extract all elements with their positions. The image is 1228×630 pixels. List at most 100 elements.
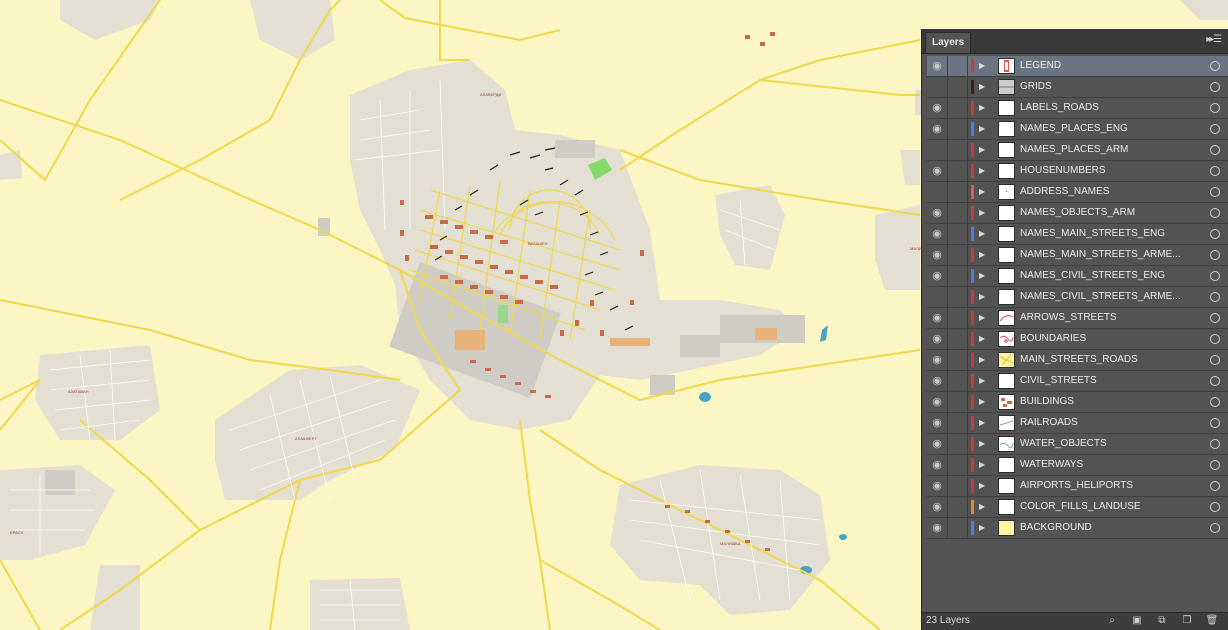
target-circle-icon[interactable] <box>1210 250 1220 260</box>
target-circle-icon[interactable] <box>1210 271 1220 281</box>
layer-name[interactable]: ADDRESS_NAMES <box>1020 182 1185 202</box>
target-circle-icon[interactable] <box>1210 124 1220 134</box>
expand-triangle-icon[interactable]: ▶ <box>979 161 989 181</box>
target-circle-icon[interactable] <box>1210 397 1220 407</box>
expand-triangle-icon[interactable]: ▶ <box>979 413 989 433</box>
layer-row[interactable]: ◉ ▶ AIRPORTS_HELIPORTS <box>927 476 1228 497</box>
layer-name[interactable]: HOUSENUMBERS <box>1020 161 1185 181</box>
layer-row[interactable]: ◉ ▶ NAMES_OBJECTS_ARM <box>927 203 1228 224</box>
expand-triangle-icon[interactable]: ▶ <box>979 392 989 412</box>
layer-row[interactable]: ◉ ▶ BACKGROUND <box>927 518 1228 539</box>
eye-icon[interactable]: ◉ <box>927 434 948 454</box>
expand-triangle-icon[interactable]: ▶ <box>979 497 989 517</box>
target-circle-icon[interactable] <box>1210 61 1220 71</box>
new-sublayer-icon[interactable]: ⧉ <box>1155 615 1169 627</box>
lock-toggle[interactable] <box>948 245 968 265</box>
expand-triangle-icon[interactable]: ▶ <box>979 56 989 76</box>
eye-icon[interactable]: ◉ <box>927 392 948 412</box>
layer-row[interactable]: ▶ NAMES_CIVIL_STREETS_ARME... <box>927 287 1228 308</box>
layer-row[interactable]: ▶ GRIDS <box>927 77 1228 98</box>
layer-row[interactable]: ◉ ▶ MAIN_STREETS_ROADS <box>927 350 1228 371</box>
layer-row[interactable]: ◉ ▶ LABELS_ROADS <box>927 98 1228 119</box>
eye-icon[interactable]: ◉ <box>927 56 948 76</box>
lock-toggle[interactable] <box>948 98 968 118</box>
target-circle-icon[interactable] <box>1210 208 1220 218</box>
layer-row[interactable]: ◉ ▶ NAMES_MAIN_STREETS_ARME... <box>927 245 1228 266</box>
lock-toggle[interactable] <box>948 308 968 328</box>
target-circle-icon[interactable] <box>1210 166 1220 176</box>
eye-icon[interactable]: ◉ <box>927 119 948 139</box>
lock-toggle[interactable] <box>948 56 968 76</box>
layer-row[interactable]: ◉ ▶ WATER_OBJECTS <box>927 434 1228 455</box>
target-circle-icon[interactable] <box>1210 523 1220 533</box>
layer-name[interactable]: NAMES_MAIN_STREETS_ARME... <box>1020 245 1185 265</box>
eye-icon[interactable]: ◉ <box>927 476 948 496</box>
layer-name[interactable]: BUILDINGS <box>1020 392 1185 412</box>
lock-toggle[interactable] <box>948 77 968 97</box>
lock-toggle[interactable] <box>948 224 968 244</box>
eye-icon[interactable]: ◉ <box>927 350 948 370</box>
expand-triangle-icon[interactable]: ▶ <box>979 203 989 223</box>
lock-toggle[interactable] <box>948 161 968 181</box>
eye-icon[interactable]: ◉ <box>927 413 948 433</box>
lock-toggle[interactable] <box>948 140 968 160</box>
lock-toggle[interactable] <box>948 329 968 349</box>
target-circle-icon[interactable] <box>1210 376 1220 386</box>
eye-icon[interactable]: ◉ <box>927 98 948 118</box>
lock-toggle[interactable] <box>948 434 968 454</box>
expand-triangle-icon[interactable]: ▶ <box>979 266 989 286</box>
expand-triangle-icon[interactable]: ▶ <box>979 329 989 349</box>
target-circle-icon[interactable] <box>1210 145 1220 155</box>
layer-name[interactable]: GRIDS <box>1020 77 1185 97</box>
layer-row[interactable]: ◉ ▶ ARROWS_STREETS <box>927 308 1228 329</box>
visibility-toggle[interactable] <box>927 140 948 160</box>
eye-icon[interactable]: ◉ <box>927 455 948 475</box>
lock-toggle[interactable] <box>948 413 968 433</box>
target-circle-icon[interactable] <box>1210 82 1220 92</box>
visibility-toggle[interactable] <box>927 182 948 202</box>
expand-triangle-icon[interactable]: ▶ <box>979 98 989 118</box>
expand-triangle-icon[interactable]: ▶ <box>979 182 989 202</box>
lock-toggle[interactable] <box>948 497 968 517</box>
target-circle-icon[interactable] <box>1210 313 1220 323</box>
layer-name[interactable]: WATER_OBJECTS <box>1020 434 1185 454</box>
layer-row[interactable]: ▶ NAMES_PLACES_ARM <box>927 140 1228 161</box>
target-circle-icon[interactable] <box>1210 502 1220 512</box>
lock-toggle[interactable] <box>948 119 968 139</box>
layer-name[interactable]: NAMES_CIVIL_STREETS_ENG <box>1020 266 1185 286</box>
eye-icon[interactable]: ◉ <box>927 371 948 391</box>
lock-toggle[interactable] <box>948 371 968 391</box>
expand-triangle-icon[interactable]: ▶ <box>979 245 989 265</box>
target-circle-icon[interactable] <box>1210 481 1220 491</box>
expand-triangle-icon[interactable]: ▶ <box>979 287 989 307</box>
layer-name[interactable]: NAMES_MAIN_STREETS_ENG <box>1020 224 1185 244</box>
layer-row[interactable]: ◉ ▶ LEGEND <box>927 56 1228 77</box>
layer-name[interactable]: CIVIL_STREETS <box>1020 371 1185 391</box>
layer-name[interactable]: MAIN_STREETS_ROADS <box>1020 350 1185 370</box>
delete-layer-icon[interactable]: 🗑 <box>1205 615 1219 627</box>
layer-name[interactable]: BACKGROUND <box>1020 518 1185 538</box>
layer-name[interactable]: AIRPORTS_HELIPORTS <box>1020 476 1185 496</box>
new-layer-icon[interactable]: ❐ <box>1180 615 1194 627</box>
visibility-toggle[interactable] <box>927 77 948 97</box>
lock-toggle[interactable] <box>948 455 968 475</box>
layer-row[interactable]: ◉ ▶ NAMES_PLACES_ENG <box>927 119 1228 140</box>
eye-icon[interactable]: ◉ <box>927 308 948 328</box>
expand-triangle-icon[interactable]: ▶ <box>979 434 989 454</box>
eye-icon[interactable]: ◉ <box>927 266 948 286</box>
target-circle-icon[interactable] <box>1210 460 1220 470</box>
target-circle-icon[interactable] <box>1210 229 1220 239</box>
layer-row[interactable]: ◉ ▶ HOUSENUMBERS <box>927 161 1228 182</box>
layer-name[interactable]: LEGEND <box>1020 56 1185 76</box>
expand-triangle-icon[interactable]: ▶ <box>979 455 989 475</box>
layer-row[interactable]: ◉ ▶ BOUNDARIES <box>927 329 1228 350</box>
lock-toggle[interactable] <box>948 287 968 307</box>
lock-toggle[interactable] <box>948 518 968 538</box>
visibility-toggle[interactable] <box>927 287 948 307</box>
eye-icon[interactable]: ◉ <box>927 497 948 517</box>
layer-name[interactable]: NAMES_PLACES_ENG <box>1020 119 1185 139</box>
lock-toggle[interactable] <box>948 203 968 223</box>
layer-name[interactable]: COLOR_FILLS_LANDUSE <box>1020 497 1185 517</box>
layer-name[interactable]: BOUNDARIES <box>1020 329 1185 349</box>
target-circle-icon[interactable] <box>1210 334 1220 344</box>
